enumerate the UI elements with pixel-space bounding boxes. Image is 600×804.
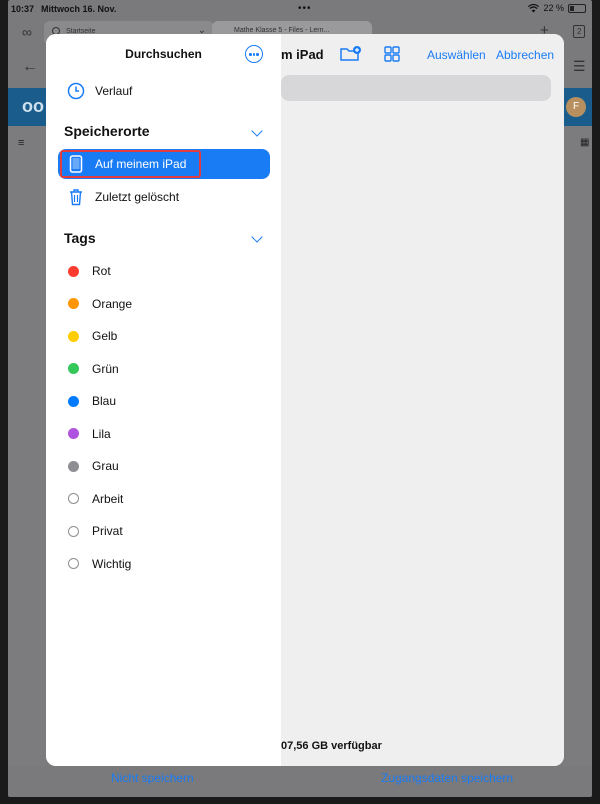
- tag-color-dot-icon: [68, 493, 79, 504]
- sidebar-item-label: Zuletzt gelöscht: [95, 190, 180, 204]
- sidebar-tag-privat[interactable]: Privat: [58, 517, 270, 545]
- content-header: m iPad Auswählen Abbrechen: [281, 34, 564, 74]
- password-save-bar: Nicht speichern Zugangsdaten speichern: [8, 766, 592, 797]
- sidebar-tag-grau[interactable]: Grau: [58, 452, 270, 480]
- locations-header: Speicherorte: [64, 123, 150, 139]
- status-time: 10:37: [11, 4, 35, 14]
- browse-sidebar: Durchsuchen Verlauf Speicherorte Auf mei…: [46, 34, 281, 766]
- tag-color-dot-icon: [68, 460, 79, 472]
- multitasking-dots[interactable]: •••: [298, 3, 312, 14]
- tag-color-dot-icon: [68, 558, 79, 569]
- grid-view-icon[interactable]: ▦: [580, 137, 589, 148]
- tag-color-dot-icon: [68, 395, 79, 407]
- chevron-down-icon[interactable]: [251, 231, 263, 243]
- new-folder-icon[interactable]: [339, 44, 361, 64]
- sidebar-item-label: Arbeit: [92, 491, 124, 506]
- wifi-icon: [528, 3, 540, 12]
- more-options-icon[interactable]: [245, 45, 263, 63]
- back-arrow-icon[interactable]: ←: [22, 58, 38, 76]
- tags-header: Tags: [64, 230, 96, 246]
- tab-count-badge[interactable]: 2: [573, 25, 586, 38]
- grid-view-icon[interactable]: [381, 44, 403, 64]
- sidebar-tag-orange[interactable]: Orange: [58, 290, 270, 318]
- tag-color-dot-icon: [68, 298, 79, 309]
- sidebar-tag-blau[interactable]: Blau: [58, 387, 270, 415]
- sidebar-tag-grün[interactable]: Grün: [58, 355, 270, 383]
- sidebar-item-label: Blau: [92, 394, 117, 408]
- ipad-screen: 10:37 Mittwoch 16. Nov. ••• 22 % ∞ Start…: [8, 0, 592, 797]
- browser-tab-label: Mathe Klasse 5 - Files - Lern...: [234, 27, 330, 34]
- cancel-button[interactable]: Abbrechen: [496, 48, 554, 62]
- sidebar-item-label: Grau: [92, 459, 119, 473]
- storage-available: 07,56 GB verfügbar: [281, 740, 382, 752]
- file-browser-content: m iPad Auswählen Abbrechen 07,56 GB verf…: [281, 34, 564, 766]
- sidebar-tag-rot[interactable]: Rot: [58, 257, 270, 285]
- sidebar-item-label: Orange: [92, 296, 133, 311]
- sidebar-item-label: Rot: [92, 264, 111, 278]
- sidebar-item-label: Grün: [92, 361, 119, 376]
- trash-icon: [66, 187, 86, 207]
- tag-color-dot-icon: [68, 428, 79, 439]
- battery-icon: [568, 3, 586, 13]
- select-button[interactable]: Auswählen: [427, 48, 486, 62]
- nextcloud-logo: oo: [22, 96, 44, 116]
- sidebar-tag-wichtig[interactable]: Wichtig: [58, 550, 270, 578]
- sidebar-item-recents[interactable]: Verlauf: [58, 76, 270, 106]
- tag-color-dot-icon: [68, 363, 79, 374]
- sidebar-tag-lila[interactable]: Lila: [58, 420, 270, 448]
- clock-icon: [66, 81, 86, 101]
- save-credentials-button[interactable]: Zugangsdaten speichern: [381, 771, 513, 785]
- menu-icon[interactable]: ☰: [573, 58, 586, 75]
- dont-save-button[interactable]: Nicht speichern: [111, 771, 194, 785]
- status-bar: 10:37 Mittwoch 16. Nov. ••• 22 %: [8, 0, 592, 18]
- avatar[interactable]: F: [566, 97, 586, 117]
- battery-percent: 22 %: [543, 3, 564, 13]
- sidebar-item-label: Wichtig: [92, 556, 132, 571]
- chevron-down-icon[interactable]: [251, 125, 263, 137]
- tag-color-dot-icon: [68, 330, 79, 342]
- highlight-outline: [60, 150, 201, 178]
- sidebar-item-label: Privat: [92, 524, 123, 538]
- sidebar-tag-gelb[interactable]: Gelb: [58, 322, 270, 350]
- sidebar-tag-arbeit[interactable]: Arbeit: [58, 485, 270, 513]
- tag-color-dot-icon: [68, 265, 79, 277]
- file-picker-sheet: m iPad Auswählen Abbrechen 07,56 GB verf…: [46, 34, 564, 766]
- sidebar-item-label: Lila: [92, 426, 111, 441]
- sidebar-item-label: Verlauf: [95, 84, 133, 98]
- infinity-icon[interactable]: ∞: [22, 24, 32, 40]
- search-input[interactable]: [281, 75, 551, 101]
- hamburger-icon[interactable]: ≡: [18, 137, 24, 149]
- sidebar-item-label: Gelb: [92, 329, 118, 343]
- page-title: m iPad: [281, 47, 324, 62]
- status-date: Mittwoch 16. Nov.: [41, 4, 117, 14]
- tag-color-dot-icon: [68, 525, 79, 537]
- sidebar-item-recently-deleted[interactable]: Zuletzt gelöscht: [58, 182, 270, 212]
